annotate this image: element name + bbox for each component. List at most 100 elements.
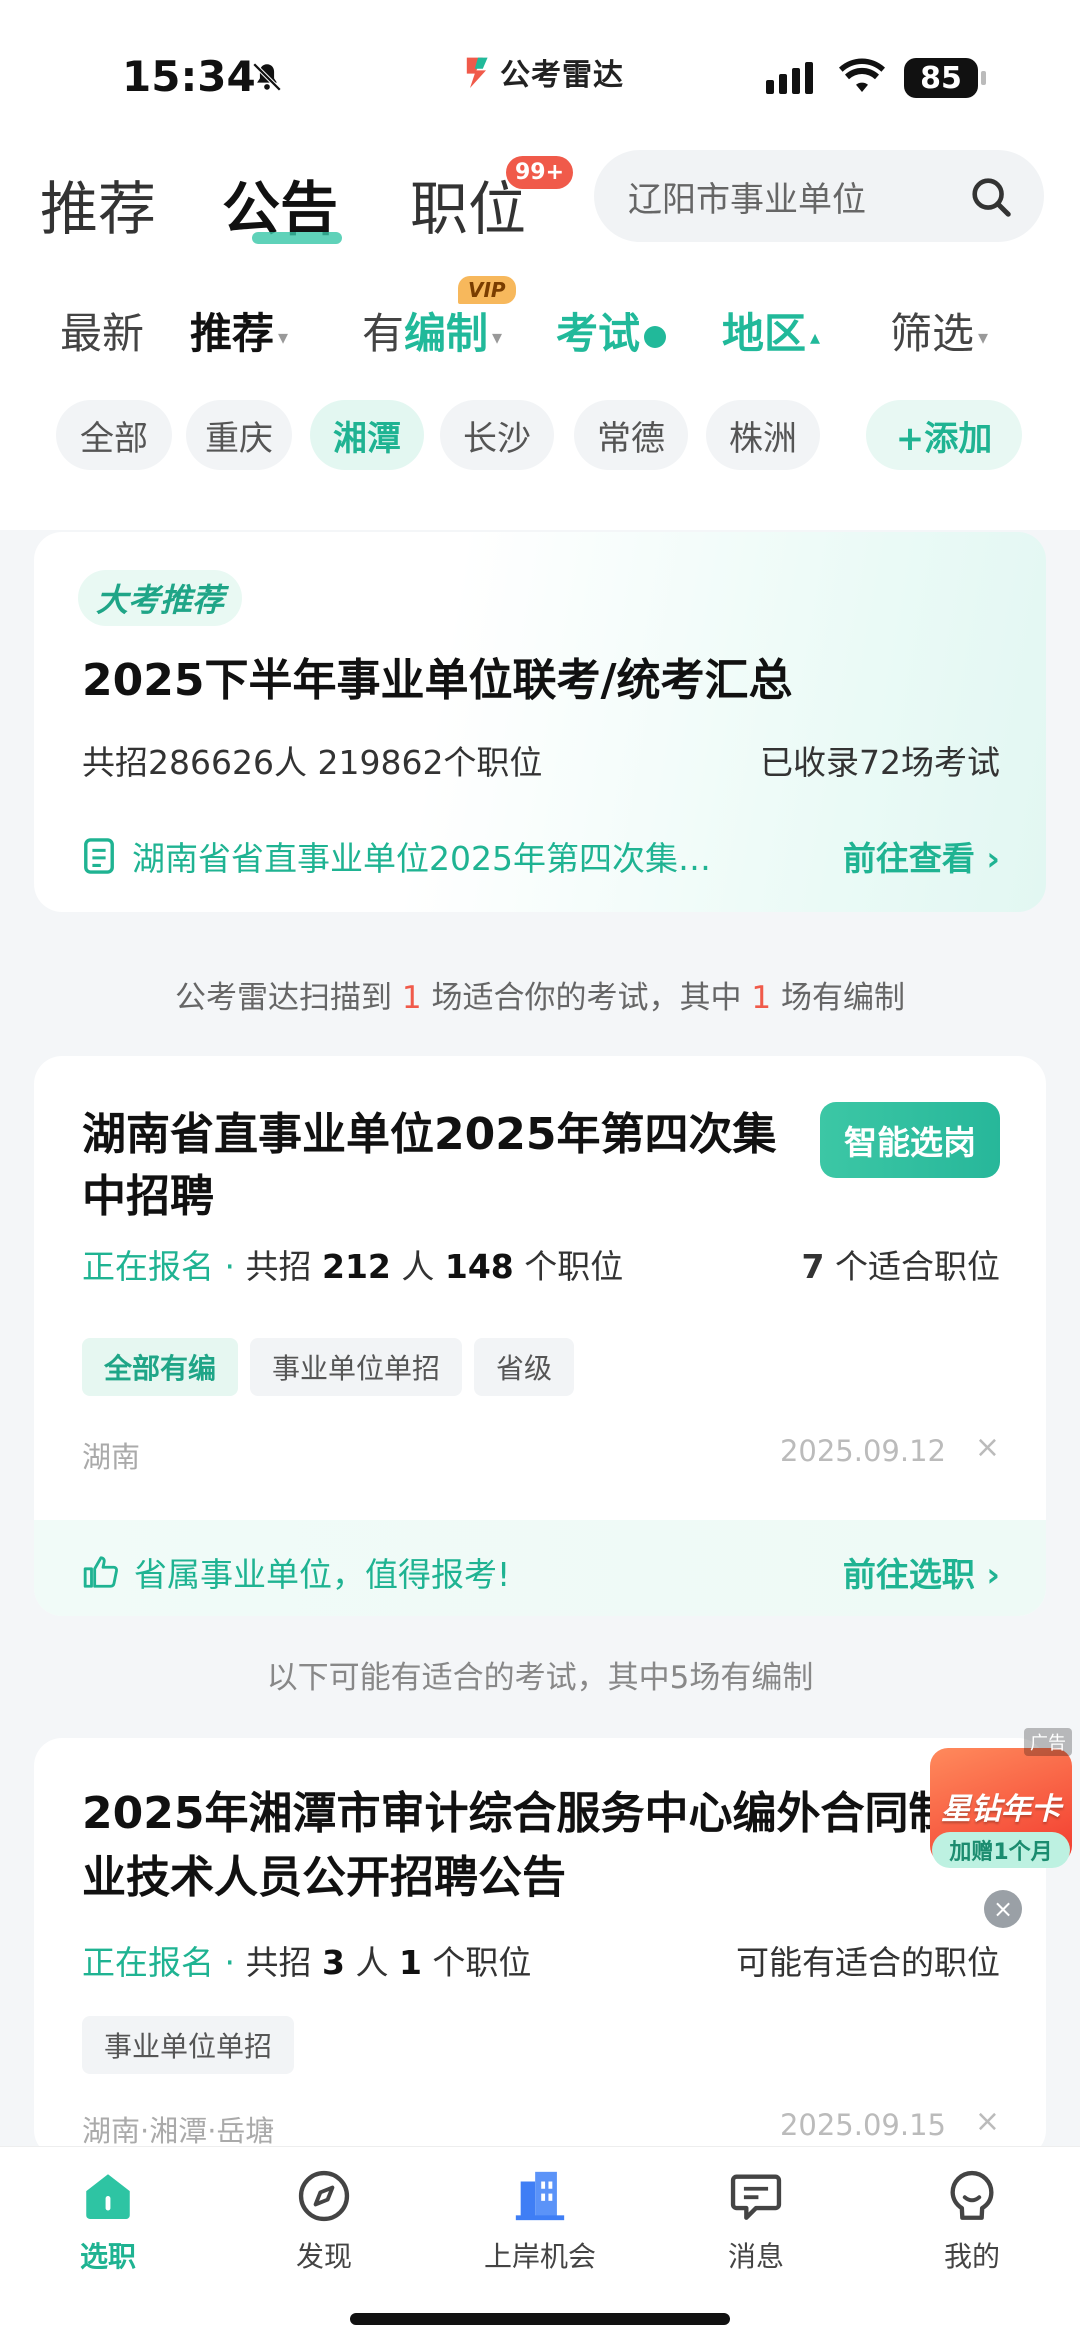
exam-card[interactable]: 湖南省直事业单位2025年第四次集中招聘 智能选岗 正在报名 · 共招 212 … [34, 1056, 1046, 1616]
chip-changde[interactable]: 常德 [574, 400, 688, 470]
search-icon[interactable] [968, 174, 1014, 220]
separator-dot: · [214, 1943, 246, 1982]
scan-summary: 公考雷达扫描到 1 场适合你的考试，其中 1 场有编制 [0, 972, 1080, 1017]
app-brand: 公考雷达 [462, 50, 624, 94]
featured-link[interactable]: 湖南省省直事业单位2025年第四次集… [82, 832, 711, 880]
filter-recommend[interactable]: 推荐 ▾ [190, 300, 288, 361]
featured-link-text: 湖南省省直事业单位2025年第四次集… [132, 839, 711, 878]
thumbs-up-icon [83, 1556, 118, 1588]
smart-select-button[interactable]: 智能选岗 [820, 1102, 1000, 1178]
exam-date: 2025.09.15 [779, 2108, 946, 2142]
nav-discover[interactable]: 发现 [254, 2167, 394, 2275]
nav-jobs[interactable]: 选职 [38, 2167, 178, 2275]
scan-text-1: 公考雷达扫描到 [175, 980, 402, 1016]
chevron-up-icon: ▴ [810, 324, 821, 349]
chip-all[interactable]: 全部 [56, 400, 172, 470]
exam-stats: 正在报名 · 共招 3 人 1 个职位 [82, 1936, 531, 1984]
header: 推荐 公告 职位 99+ 辽阳市事业单位 最新 推荐 ▾ 有编制 ▾ VIP 考试 … [0, 150, 1080, 530]
search-input[interactable]: 辽阳市事业单位 [594, 150, 1044, 242]
exam-title: 湖南省直事业单位2025年第四次集中招聘 [82, 1109, 777, 1222]
exam-tags: 全部有编 事业单位单招 省级 [82, 1338, 575, 1396]
exam-card[interactable]: 2025年湘潭市审计综合服务中心编外合同制专业技术人员公开招聘公告 正在报名 ·… [34, 1738, 1046, 2158]
tag: 全部有编 [82, 1338, 239, 1396]
dropdown-dot-icon [644, 325, 667, 348]
exam-tags: 事业单位单招 [82, 2016, 295, 2074]
recruit-unit: 人 [390, 1247, 445, 1286]
fit-number: 7 [801, 1247, 825, 1286]
separator-dot: · [214, 1247, 246, 1286]
fit-positions: 可能有适合的职位 [736, 1943, 1000, 1982]
dismiss-close-icon[interactable]: × [975, 2104, 1000, 2139]
positions-unit: 个职位 [421, 1943, 532, 1982]
nav-messages[interactable]: 消息 [686, 2167, 826, 2275]
exam-location: 湖南·湘潭·岳塘 [82, 2114, 275, 2148]
filter-bianzhi-label: 编制 [404, 309, 489, 358]
filter-region-label: 地区 [722, 309, 807, 358]
vip-badge: VIP [458, 276, 516, 304]
ad-close-icon[interactable]: × [984, 1890, 1022, 1928]
tab-recommend[interactable]: 推荐 [40, 162, 156, 246]
compass-icon [298, 2170, 350, 2222]
recruit-unit: 人 [344, 1943, 399, 1982]
add-region-button[interactable]: +添加 [866, 400, 1022, 470]
filter-exam-label: 考试 [556, 309, 641, 358]
chevron-down-icon: ▾ [278, 324, 289, 349]
nav-opportunities[interactable]: 上岸机会 [470, 2167, 610, 2275]
wifi-icon [839, 58, 885, 92]
search-placeholder: 辽阳市事业单位 [628, 179, 866, 220]
filter-screen[interactable]: 筛选 ▾ [890, 300, 988, 361]
select-position-link[interactable]: 前往选职 › [843, 1548, 1000, 1596]
filter-recommend-label: 推荐 [190, 309, 275, 358]
nav-profile[interactable]: 我的 [902, 2167, 1042, 2275]
nav-discover-label: 发现 [295, 2240, 352, 2273]
document-icon [84, 838, 114, 874]
chip-chongqing[interactable]: 重庆 [186, 400, 292, 470]
ad-label: 广告 [1024, 1728, 1072, 1756]
active-tab-indicator [252, 232, 342, 244]
featured-exam-card[interactable]: 大考推荐 2025下半年事业单位联考/统考汇总 共招286626人 219862… [34, 532, 1046, 912]
recruit-prefix: 共招 [245, 1247, 322, 1286]
ad-title: 星钻年卡 [941, 1792, 1061, 1827]
notification-badge: 99+ [506, 156, 574, 189]
positions-number: 148 [444, 1247, 514, 1286]
scan-count-1: 1 [401, 980, 422, 1016]
bell-muted-icon [252, 62, 282, 92]
nav-profile-label: 我的 [943, 2240, 1000, 2273]
chevron-down-icon: ▾ [492, 324, 503, 349]
battery-indicator: 85 [904, 58, 986, 98]
promo-ad[interactable]: 广告 星钻年卡 加赠1个月 × [926, 1728, 1076, 1928]
positions-number: 1 [398, 1943, 422, 1982]
brand-logo-icon [466, 57, 488, 88]
recommend-banner[interactable]: 省属事业单位，值得报考! 前往选职 › [34, 1520, 1046, 1616]
tag: 省级 [474, 1338, 575, 1396]
chevron-down-icon: ▾ [978, 324, 989, 349]
ad-subtitle: 加赠1个月 [932, 1832, 1070, 1868]
filter-screen-label: 筛选 [890, 309, 975, 358]
chip-zhuzhou[interactable]: 株洲 [706, 400, 820, 470]
home-icon [86, 2174, 130, 2219]
exam-stats: 正在报名 · 共招 212 人 148 个职位 [82, 1240, 623, 1288]
registration-status: 正在报名 [82, 1943, 214, 1982]
fit-text: 个适合职位 [824, 1247, 1000, 1286]
scan-count-2: 1 [751, 980, 772, 1016]
featured-title: 2025下半年事业单位联考/统考汇总 [82, 655, 793, 706]
exam-location: 湖南 [82, 1440, 141, 1474]
filter-region[interactable]: 地区 ▴ [722, 300, 820, 361]
chip-xiangtan[interactable]: 湘潭 [310, 400, 424, 470]
chip-changsha[interactable]: 长沙 [440, 400, 554, 470]
dismiss-close-icon[interactable]: × [975, 1430, 1000, 1465]
more-exams-note: 以下可能有适合的考试，其中5场有编制 [266, 1660, 814, 1696]
filter-exam[interactable]: 考试 [556, 300, 667, 361]
filter-bianzhi[interactable]: 有编制 ▾ [362, 300, 502, 361]
registration-status: 正在报名 [82, 1247, 214, 1286]
tag: 事业单位单招 [82, 2016, 295, 2074]
recommend-label: 省属事业单位，值得报考! [134, 1555, 511, 1594]
region-chips: 全部 重庆 湘潭 长沙 常德 株洲 +添加 [0, 400, 1080, 472]
recruit-number: 3 [321, 1943, 345, 1982]
message-icon [730, 2174, 782, 2220]
filter-latest[interactable]: 最新 [60, 300, 144, 361]
featured-count: 已收录72场考试 [760, 743, 1000, 782]
featured-badge: 大考推荐 [78, 570, 243, 626]
view-details-link[interactable]: 前往查看 › [843, 832, 1000, 880]
profile-icon [950, 2170, 994, 2220]
